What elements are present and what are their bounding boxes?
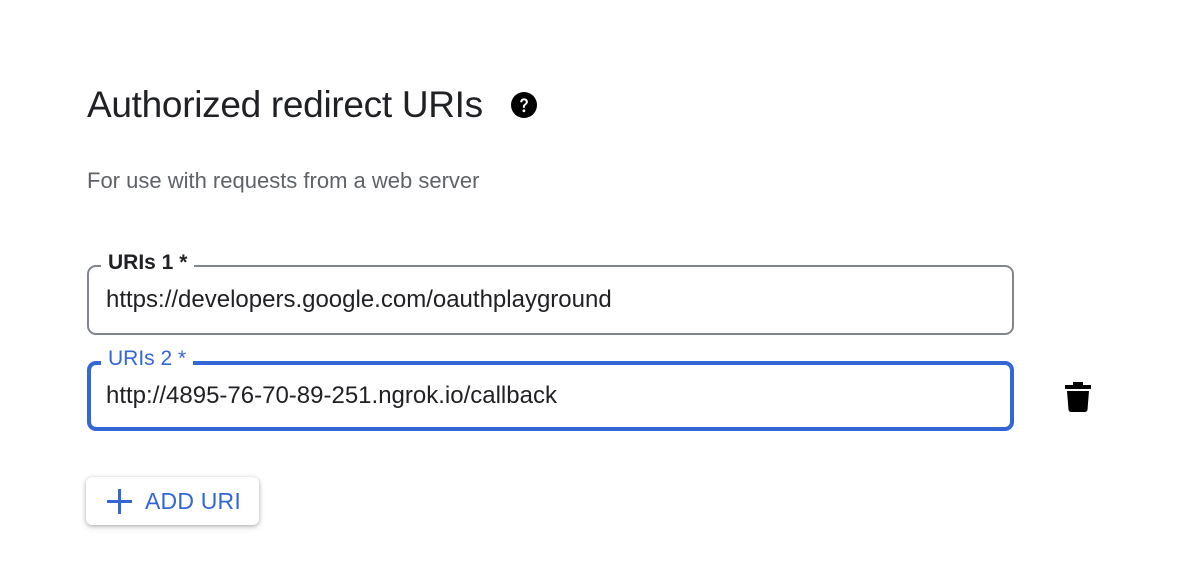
section-title: Authorized redirect URIs — [87, 84, 483, 125]
add-uri-button[interactable]: ADD URI — [86, 477, 259, 525]
add-uri-label: ADD URI — [145, 487, 241, 514]
uri-field-1[interactable]: URIs 1 * — [87, 250, 1014, 335]
uri-input-1[interactable] — [106, 267, 986, 333]
help-icon[interactable] — [510, 91, 538, 119]
section-header: Authorized redirect URIs — [87, 84, 538, 126]
delete-uri-button[interactable] — [1060, 377, 1096, 417]
uri-field-2[interactable]: URIs 2 * — [87, 346, 1014, 431]
section-subtitle: For use with requests from a web server — [87, 168, 480, 193]
trash-icon — [1065, 382, 1091, 412]
uri-input-2[interactable] — [106, 365, 986, 427]
plus-icon — [106, 488, 133, 515]
